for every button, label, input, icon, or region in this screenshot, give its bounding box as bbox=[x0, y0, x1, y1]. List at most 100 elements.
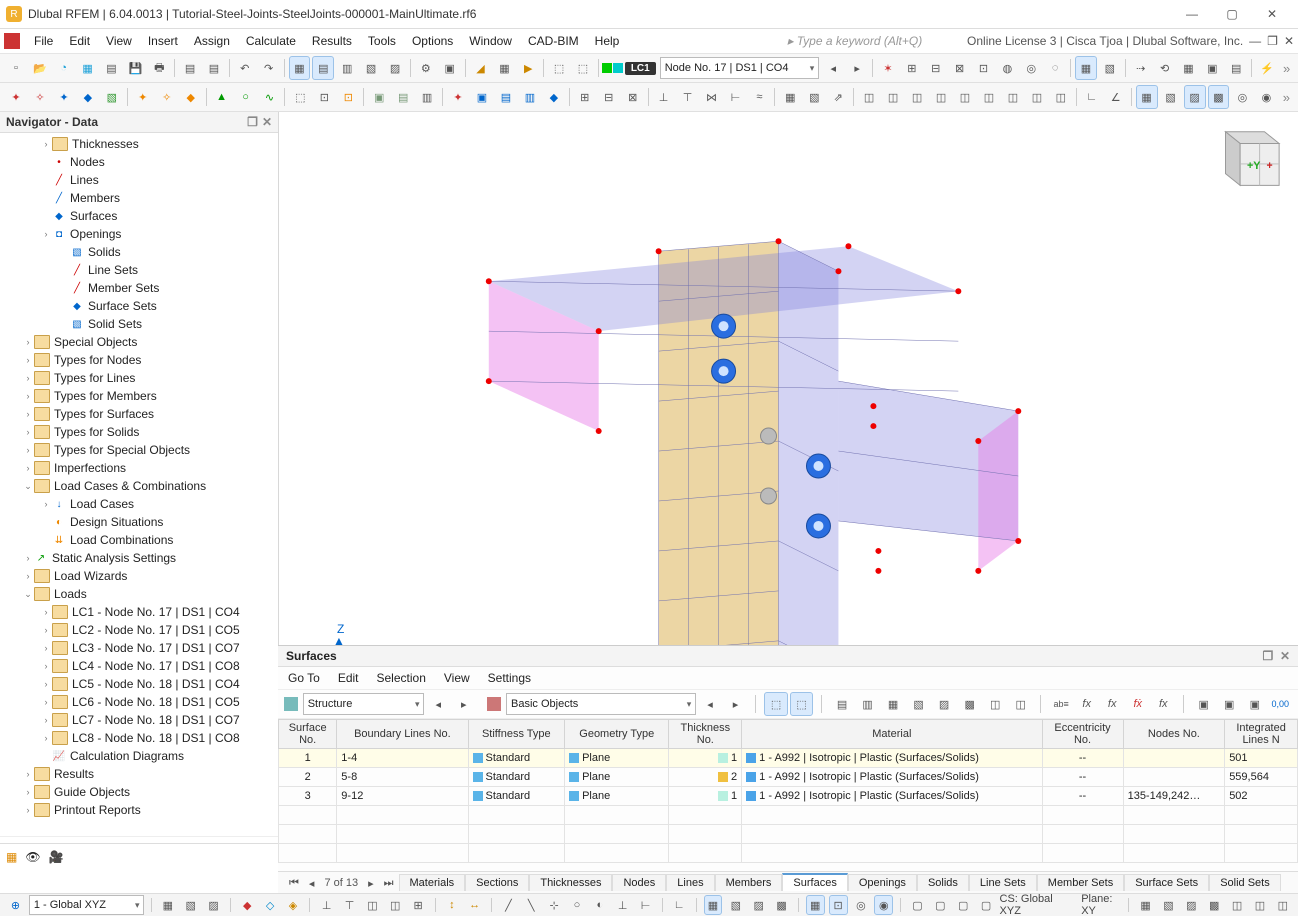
tree-item[interactable]: ›LC7 - Node No. 18 | DS1 | CO7 bbox=[0, 711, 278, 729]
sb-c4-icon[interactable]: ▢ bbox=[977, 895, 996, 915]
tree-item[interactable]: ⌄Load Cases & Combinations bbox=[0, 477, 278, 495]
menu-results[interactable]: Results bbox=[304, 32, 360, 50]
menu-window[interactable]: Window bbox=[461, 32, 520, 50]
ld2-icon[interactable]: ▣ bbox=[471, 85, 493, 109]
tool-a-icon[interactable]: ⇢ bbox=[1130, 56, 1152, 80]
tree-item[interactable]: ›LC1 - Node No. 17 | DS1 | CO4 bbox=[0, 603, 278, 621]
sb4-icon[interactable]: ◆ bbox=[238, 895, 257, 915]
col-header[interactable]: SurfaceNo. bbox=[279, 720, 337, 749]
m5-icon[interactable]: ≈ bbox=[748, 85, 770, 109]
m2-icon[interactable]: ⊤ bbox=[677, 85, 699, 109]
x8-icon[interactable]: ◫ bbox=[1026, 85, 1048, 109]
open-icon[interactable]: 📂 bbox=[29, 56, 51, 80]
tree-item[interactable]: ›Guide Objects bbox=[0, 783, 278, 801]
t2-icon[interactable]: ▥ bbox=[856, 692, 880, 716]
tree-item[interactable]: ›◘Openings bbox=[0, 225, 278, 243]
res1-icon[interactable]: ✶ bbox=[877, 56, 899, 80]
ld1-icon[interactable]: ✦ bbox=[447, 85, 469, 109]
sb-r1-icon[interactable]: ▦ bbox=[1136, 895, 1155, 915]
col-header[interactable]: IntegratedLines N bbox=[1225, 720, 1298, 749]
tree-item[interactable]: ›LC6 - Node No. 18 | DS1 | CO5 bbox=[0, 693, 278, 711]
menu-view[interactable]: View bbox=[98, 32, 140, 50]
t5-icon[interactable]: ▨ bbox=[932, 692, 956, 716]
tab-solids[interactable]: Solids bbox=[917, 874, 969, 891]
tree-item[interactable]: ›Special Objects bbox=[0, 333, 278, 351]
tab-sections[interactable]: Sections bbox=[465, 874, 529, 891]
tree-item[interactable]: ›Thicknesses bbox=[0, 135, 278, 153]
t6-icon[interactable]: ▩ bbox=[958, 692, 982, 716]
tree-item[interactable]: ›Printout Reports bbox=[0, 801, 278, 819]
cube1-icon[interactable]: ▣ bbox=[368, 85, 390, 109]
menu-options[interactable]: Options bbox=[404, 32, 461, 50]
sb17-icon[interactable]: ○ bbox=[568, 895, 587, 915]
tree-item[interactable]: ›Results bbox=[0, 765, 278, 783]
sb15-icon[interactable]: ╲ bbox=[522, 895, 541, 915]
menu-file[interactable]: File bbox=[26, 32, 61, 50]
sb-r3-icon[interactable]: ▨ bbox=[1182, 895, 1201, 915]
filter-icon[interactable]: ⬚ bbox=[572, 56, 594, 80]
x4-icon[interactable]: ◫ bbox=[930, 85, 952, 109]
prev-page-icon[interactable]: ◂ bbox=[304, 877, 320, 890]
objects-combo[interactable]: Basic Objects bbox=[506, 693, 696, 715]
close-button[interactable]: ✕ bbox=[1252, 0, 1292, 28]
sb-grid1-icon[interactable]: ▦ bbox=[704, 895, 723, 915]
g5-icon[interactable]: ◎ bbox=[1231, 85, 1253, 109]
fx4-icon[interactable]: fx bbox=[1151, 692, 1175, 716]
vw1-icon[interactable]: ⊞ bbox=[574, 85, 596, 109]
toolbar-overflow-icon[interactable]: » bbox=[1279, 61, 1294, 76]
sb-c3-icon[interactable]: ▢ bbox=[954, 895, 973, 915]
col-header[interactable]: Nodes No. bbox=[1123, 720, 1225, 749]
sb12-icon[interactable]: ↕ bbox=[442, 895, 461, 915]
res2-icon[interactable]: ⊞ bbox=[901, 56, 923, 80]
nav-close-icon[interactable]: ✕ bbox=[262, 115, 272, 129]
sb3-icon[interactable]: ▨ bbox=[204, 895, 223, 915]
x3-icon[interactable]: ◫ bbox=[906, 85, 928, 109]
tab-members[interactable]: Members bbox=[715, 874, 783, 891]
tree-item[interactable]: ›Types for Solids bbox=[0, 423, 278, 441]
tree-item[interactable]: ╱Member Sets bbox=[0, 279, 278, 297]
tree-item[interactable]: ╱Members bbox=[0, 189, 278, 207]
sb21-icon[interactable]: ∟ bbox=[670, 895, 689, 915]
sb-r2-icon[interactable]: ▧ bbox=[1159, 895, 1178, 915]
tree-item[interactable]: ▧Solid Sets bbox=[0, 315, 278, 333]
navigator-tree[interactable]: ›Thicknesses•Nodes╱Lines╱Members◆Surface… bbox=[0, 133, 278, 836]
cs-icon[interactable]: ⊕ bbox=[6, 895, 25, 915]
menu-assign[interactable]: Assign bbox=[186, 32, 238, 50]
block-icon[interactable]: ▦ bbox=[77, 56, 99, 80]
g1-icon[interactable]: ▦ bbox=[1136, 85, 1158, 109]
a2-icon[interactable]: ∠ bbox=[1105, 85, 1127, 109]
sel-mode1-icon[interactable]: ⬚ bbox=[764, 692, 788, 716]
view2-icon[interactable]: ▧ bbox=[1099, 56, 1121, 80]
exp2-icon[interactable]: ▣ bbox=[1218, 692, 1242, 716]
cb1-icon[interactable]: ▦ bbox=[779, 85, 801, 109]
panel2-icon[interactable]: ▧ bbox=[360, 56, 382, 80]
note-icon[interactable]: ▤ bbox=[203, 56, 225, 80]
sb-r7-icon[interactable]: ◫ bbox=[1273, 895, 1292, 915]
ld5-icon[interactable]: ◆ bbox=[543, 85, 565, 109]
sb14-icon[interactable]: ╱ bbox=[499, 895, 518, 915]
tab-openings[interactable]: Openings bbox=[848, 874, 917, 891]
sb8-icon[interactable]: ⊤ bbox=[340, 895, 359, 915]
report-icon[interactable]: ▤ bbox=[179, 56, 201, 80]
nav-right-icon[interactable]: ▸ bbox=[452, 692, 476, 716]
cube2-icon[interactable]: ▤ bbox=[392, 85, 414, 109]
tab-thicknesses[interactable]: Thicknesses bbox=[529, 874, 612, 891]
sb18-icon[interactable]: ◐ bbox=[590, 895, 609, 915]
tree-item[interactable]: ›Types for Nodes bbox=[0, 351, 278, 369]
tree-item[interactable]: •Nodes bbox=[0, 153, 278, 171]
sb11-icon[interactable]: ⊞ bbox=[409, 895, 428, 915]
exp4-icon[interactable]: 0,00 bbox=[1269, 692, 1293, 716]
orientation-cube[interactable]: +Y + bbox=[1206, 122, 1284, 200]
structure-combo[interactable]: Structure bbox=[303, 693, 425, 715]
member-tool-icon[interactable]: ✦ bbox=[53, 85, 75, 109]
tree-item[interactable]: ◐Design Situations bbox=[0, 513, 278, 531]
tab-member-sets[interactable]: Member Sets bbox=[1037, 874, 1124, 891]
g3-icon[interactable]: ▨ bbox=[1184, 85, 1206, 109]
sb-snap4-icon[interactable]: ◉ bbox=[874, 895, 893, 915]
col-header[interactable]: ThicknessNo. bbox=[669, 720, 742, 749]
sb1-icon[interactable]: ▦ bbox=[158, 895, 177, 915]
sb13-icon[interactable]: ↔ bbox=[465, 895, 484, 915]
sb-r6-icon[interactable]: ◫ bbox=[1250, 895, 1269, 915]
macro-icon[interactable]: ▣ bbox=[439, 56, 461, 80]
tab-solid-sets[interactable]: Solid Sets bbox=[1209, 874, 1281, 891]
